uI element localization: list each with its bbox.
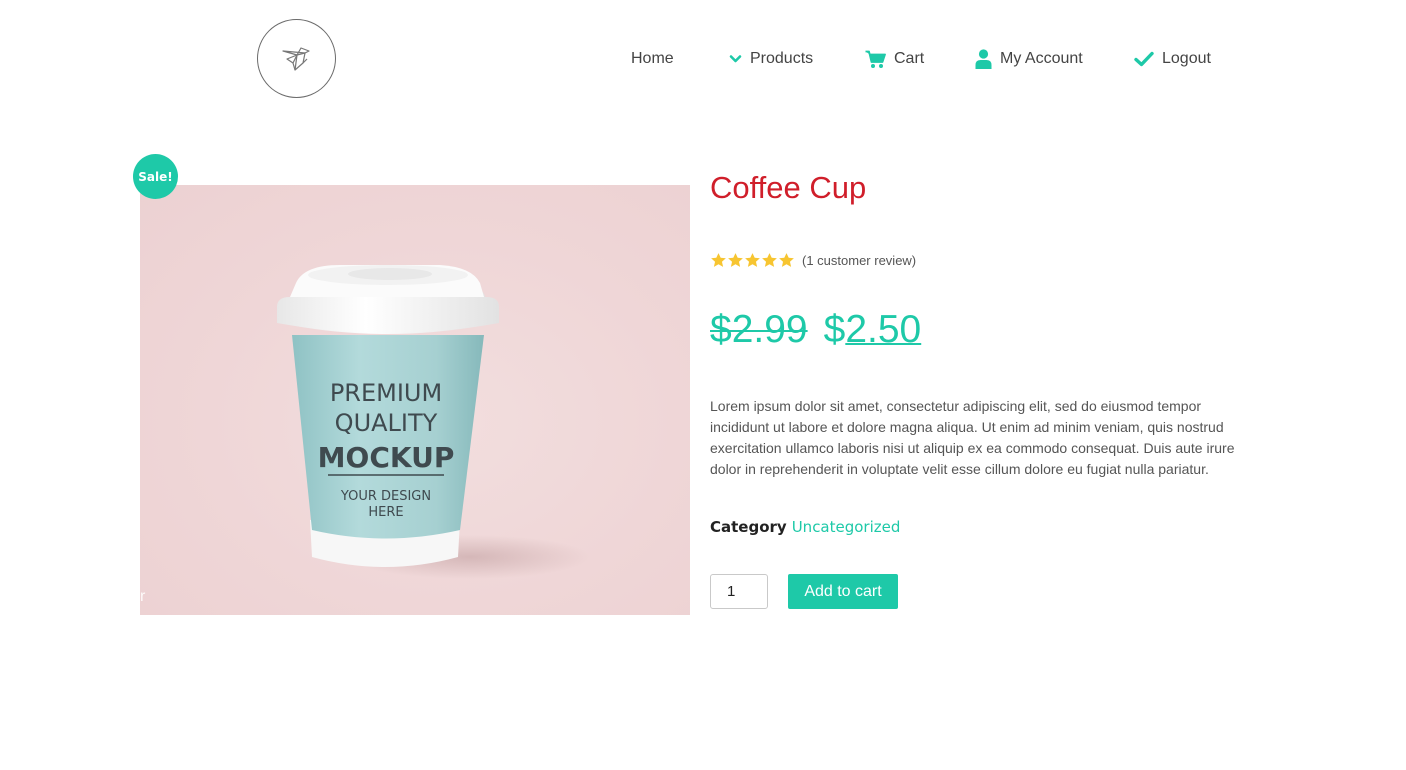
nav-logout-label: Logout bbox=[1162, 50, 1211, 67]
nav-cart-label: Cart bbox=[894, 50, 925, 67]
nav-home-label: Home bbox=[631, 50, 674, 67]
cup-text-here: HERE bbox=[368, 505, 403, 520]
sale-price-amount: 2.50 bbox=[845, 308, 922, 351]
cup-text-your-design: YOUR DESIGN bbox=[340, 489, 431, 504]
product-title: Coffee Cup bbox=[710, 170, 867, 205]
nav-products-label: Products bbox=[750, 50, 814, 67]
category-link[interactable]: Uncategorized bbox=[792, 518, 901, 536]
nav-logout[interactable]: Logout bbox=[1134, 46, 1211, 72]
add-to-cart-button[interactable]: Add to cart bbox=[788, 574, 898, 609]
cup-text-quality: QUALITY bbox=[335, 409, 438, 437]
original-price: $2.99 bbox=[710, 308, 808, 351]
quantity-input[interactable] bbox=[710, 574, 768, 609]
star-icon bbox=[728, 252, 743, 267]
customer-review-link[interactable]: (1 customer review) bbox=[802, 253, 916, 268]
sale-price-currency: $ bbox=[823, 308, 846, 351]
product-category: Category Uncategorized bbox=[710, 518, 900, 536]
sale-price: $2.50 bbox=[824, 308, 922, 352]
origami-bird-icon bbox=[281, 46, 310, 71]
nav-products[interactable]: Products bbox=[729, 46, 813, 72]
star-icon bbox=[745, 252, 760, 267]
product-image[interactable]: PREMIUM QUALITY MOCKUP YOUR DESIGN HERE bbox=[140, 185, 690, 615]
star-icon bbox=[711, 252, 726, 267]
cup-text-mockup: MOCKUP bbox=[318, 441, 455, 474]
product-price: $2.99 $2.50 bbox=[710, 308, 921, 358]
cup-text-premium: PREMIUM bbox=[330, 379, 442, 407]
site-logo[interactable] bbox=[257, 19, 336, 98]
star-rating bbox=[710, 252, 795, 269]
category-label: Category bbox=[710, 518, 787, 536]
star-icon bbox=[779, 252, 794, 267]
nav-cart[interactable]: Cart bbox=[865, 46, 924, 72]
star-icon bbox=[762, 252, 777, 267]
sale-badge: Sale! bbox=[133, 154, 178, 199]
nav-my-account[interactable]: My Account bbox=[975, 46, 1083, 72]
cart-icon bbox=[865, 50, 886, 69]
nav-home[interactable]: Home bbox=[631, 46, 674, 72]
nav-my-account-label: My Account bbox=[1000, 50, 1083, 67]
product-rating: (1 customer review) bbox=[710, 250, 916, 270]
product-description: Lorem ipsum dolor sit amet, consectetur … bbox=[710, 398, 1235, 477]
user-icon bbox=[975, 49, 992, 69]
coffee-cup-illustration: PREMIUM QUALITY MOCKUP YOUR DESIGN HERE bbox=[277, 265, 590, 579]
check-icon bbox=[1134, 51, 1154, 67]
image-corner-mark: r bbox=[140, 588, 146, 605]
chevron-down-icon bbox=[729, 54, 742, 64]
